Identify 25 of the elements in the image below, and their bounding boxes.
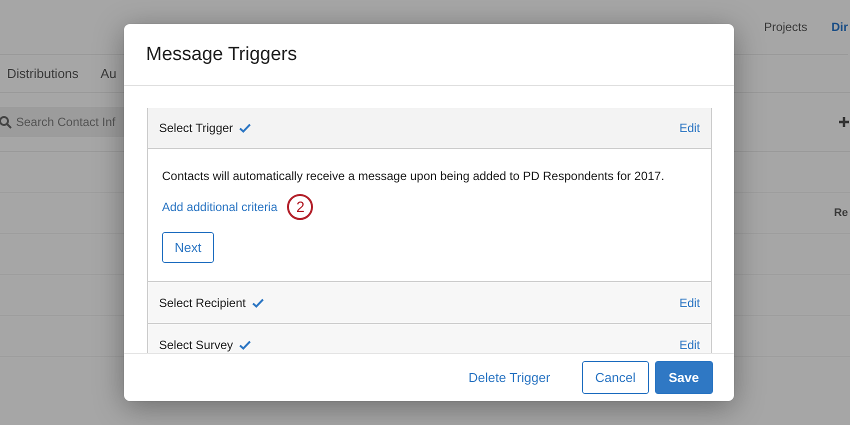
add-criteria-link[interactable]: Add additional criteria: [162, 200, 278, 214]
step-title: Select Trigger: [159, 121, 252, 135]
edit-link[interactable]: Edit: [679, 296, 700, 310]
search-icon: [0, 116, 12, 128]
trigger-description: Contacts will automatically receive a message upon being added to PD Respondents for 2017.: [162, 168, 666, 184]
step-header[interactable]: Select Recipient Edit: [148, 282, 711, 323]
step-title: Select Survey: [159, 338, 252, 352]
search-field[interactable]: Search Contact Inf: [0, 107, 124, 137]
edit-link[interactable]: Edit: [679, 338, 700, 352]
edit-link[interactable]: Edit: [679, 121, 700, 135]
step-title: Select Recipient: [159, 296, 264, 310]
nav-link[interactable]: Dir: [831, 20, 848, 34]
cancel-button[interactable]: Cancel: [582, 361, 649, 394]
step-header[interactable]: Select Trigger Edit: [148, 108, 711, 149]
next-button[interactable]: Next: [162, 232, 214, 263]
dialog-title: Message Triggers: [146, 44, 298, 66]
save-button[interactable]: Save: [654, 361, 713, 394]
delete-trigger-button[interactable]: Delete Trigger: [456, 361, 562, 394]
step-header[interactable]: Select Survey Edit: [148, 324, 711, 353]
tab[interactable]: Distributions: [7, 66, 79, 81]
tab[interactable]: Au: [100, 66, 116, 81]
column-header: Re: [834, 207, 848, 219]
nav-link[interactable]: Projects: [764, 20, 808, 34]
plus-icon[interactable]: [839, 117, 849, 127]
callout-number: 2: [287, 194, 314, 220]
